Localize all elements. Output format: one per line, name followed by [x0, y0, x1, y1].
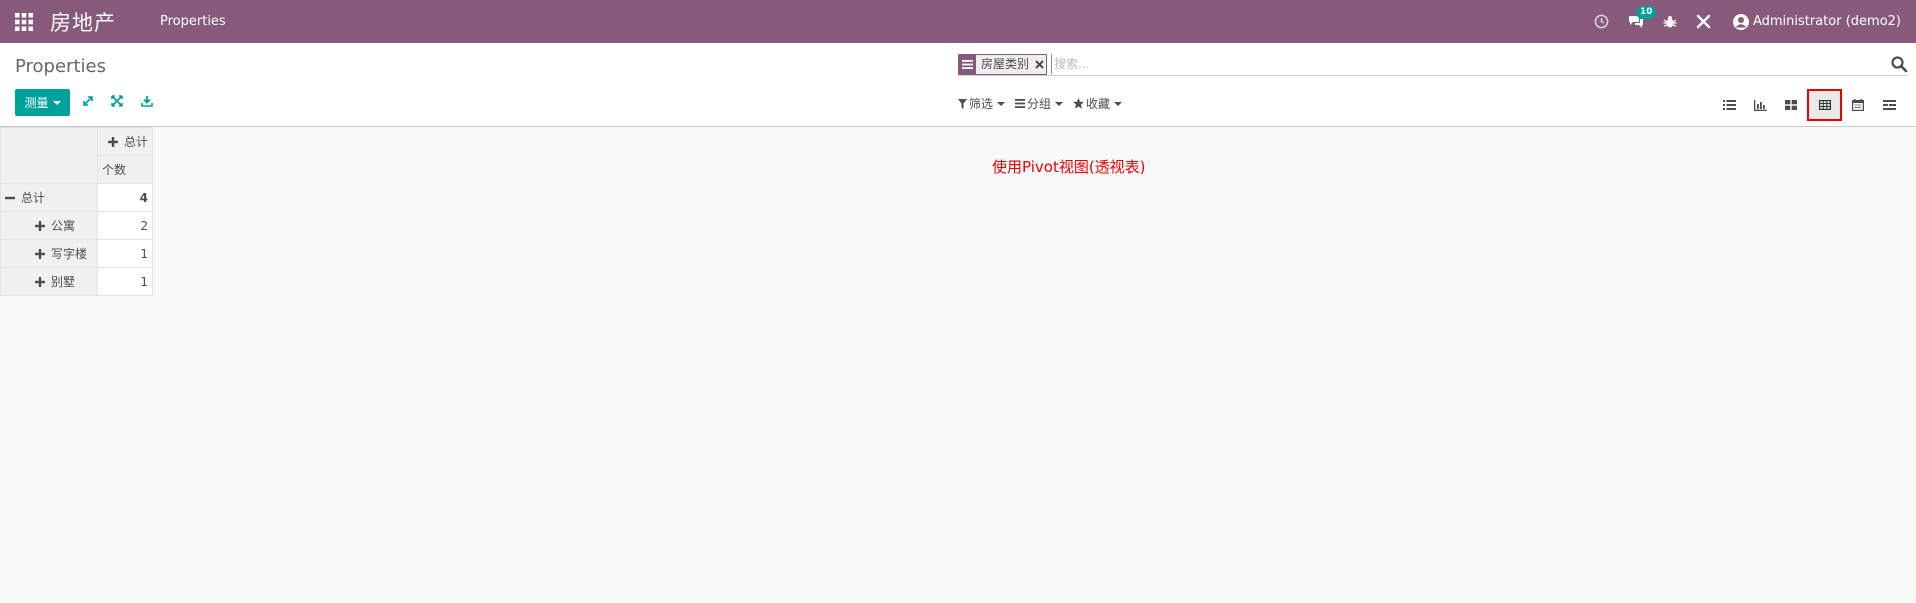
- kanban-view-icon[interactable]: [1776, 91, 1806, 119]
- user-menu[interactable]: Administrator (demo2): [1732, 13, 1901, 30]
- search-bar: 房屋类别: [958, 53, 1908, 76]
- calendar-view-icon[interactable]: [1843, 91, 1873, 119]
- search-icon[interactable]: [1890, 55, 1908, 73]
- graph-view-icon[interactable]: [1745, 91, 1775, 119]
- control-panel: Properties 测量 房屋类别 筛选 分组: [0, 43, 1916, 127]
- activity-view-icon[interactable]: [1874, 91, 1904, 119]
- breadcrumb: Properties: [15, 56, 106, 77]
- caret-down-icon: [52, 100, 61, 105]
- row-expand-toggle[interactable]: 别墅: [35, 273, 75, 290]
- pivot-row-office[interactable]: 写字楼: [0, 239, 98, 268]
- view-switcher: [1713, 89, 1904, 121]
- minus-icon: [5, 196, 15, 199]
- filter-dropdown[interactable]: 筛选: [958, 95, 1006, 112]
- pivot-cell[interactable]: 1: [97, 267, 153, 296]
- user-avatar-icon: [1732, 13, 1749, 30]
- pivot-row-total[interactable]: 总计: [0, 183, 98, 212]
- debug-bug-icon[interactable]: [1658, 10, 1682, 34]
- top-navbar: 房地产 Properties 10 Administrator (demo2): [0, 0, 1916, 43]
- pivot-cell[interactable]: 1: [97, 239, 153, 268]
- favorites-dropdown[interactable]: 收藏: [1073, 95, 1123, 112]
- search-facet: 房屋类别: [958, 53, 1048, 75]
- pivot-table: 总计 个数 总计 4 公寓 2 写字楼 1 别墅 1: [0, 127, 153, 296]
- plus-icon: [35, 248, 45, 259]
- apps-menu-icon[interactable]: [13, 11, 35, 33]
- col-expand-toggle[interactable]: 总计: [107, 133, 148, 150]
- expand-all-icon[interactable]: [107, 91, 127, 111]
- flip-axis-icon[interactable]: [78, 91, 98, 111]
- pivot-row-villa[interactable]: 别墅: [0, 267, 98, 296]
- measure-button[interactable]: 测量: [15, 89, 70, 116]
- measure-label: 测量: [24, 96, 49, 110]
- groupby-dropdown[interactable]: 分组: [1015, 95, 1064, 112]
- funnel-icon: [958, 98, 967, 109]
- download-icon[interactable]: [137, 91, 157, 111]
- row-expand-toggle[interactable]: 写字楼: [35, 245, 87, 262]
- search-input[interactable]: [1051, 54, 1897, 74]
- pivot-cell-total[interactable]: 4: [97, 183, 153, 212]
- app-brand[interactable]: 房地产: [50, 7, 116, 37]
- plus-icon: [35, 220, 45, 231]
- bars-icon: [1015, 99, 1026, 108]
- search-options: 筛选 分组 收藏: [958, 95, 1132, 112]
- pivot-cell[interactable]: 2: [97, 211, 153, 240]
- activity-clock-icon[interactable]: [1590, 10, 1614, 34]
- facet-remove-icon[interactable]: [1032, 55, 1046, 74]
- pivot-measure-header[interactable]: 个数: [97, 155, 153, 184]
- menu-item-properties[interactable]: Properties: [160, 14, 226, 29]
- list-view-icon[interactable]: [1714, 91, 1744, 119]
- row-collapse-toggle[interactable]: 总计: [5, 189, 45, 206]
- row-expand-toggle[interactable]: 公寓: [35, 217, 75, 234]
- facet-value: 房屋类别: [981, 56, 1030, 71]
- notification-badge: 10: [1635, 5, 1657, 19]
- tools-icon[interactable]: [1692, 10, 1716, 34]
- pivot-corner: [0, 127, 98, 184]
- messaging-icon[interactable]: 10: [1624, 5, 1657, 34]
- groupby-list-icon: [959, 54, 976, 74]
- pivot-col-header-total[interactable]: 总计: [97, 127, 153, 156]
- pivot-row-apartment[interactable]: 公寓: [0, 211, 98, 240]
- plus-icon: [107, 136, 118, 147]
- plus-icon: [35, 276, 45, 287]
- star-icon: [1073, 98, 1085, 109]
- user-name: Administrator (demo2): [1752, 14, 1901, 29]
- annotation-text: 使用Pivot视图(透视表): [992, 158, 1146, 176]
- pivot-view-icon[interactable]: [1807, 89, 1842, 121]
